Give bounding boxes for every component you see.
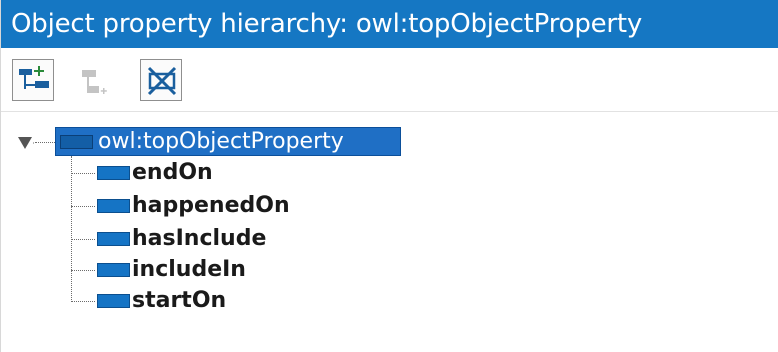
object-property-hierarchy-panel: Object property hierarchy: owl:topObject… bbox=[0, 0, 778, 352]
panel-title: Object property hierarchy: owl:topObject… bbox=[1, 0, 778, 48]
delete-property-button[interactable] bbox=[140, 59, 182, 101]
tree-connector bbox=[71, 206, 95, 207]
tree-connector bbox=[71, 173, 95, 174]
add-sibling-property-icon bbox=[82, 70, 107, 94]
object-property-icon bbox=[97, 232, 130, 246]
tree-node-hasInclude[interactable]: hasInclude bbox=[71, 224, 371, 254]
object-property-icon bbox=[97, 199, 130, 213]
object-property-icon bbox=[97, 166, 130, 180]
tree-node-label: owl:topObjectProperty bbox=[98, 129, 344, 154]
add-subproperty-button[interactable] bbox=[12, 59, 54, 101]
tree-connector bbox=[71, 301, 95, 302]
property-tree: owl:topObjectProperty endOn happenedOn h… bbox=[1, 112, 778, 352]
object-property-icon bbox=[97, 263, 130, 277]
tree-node-endOn[interactable]: endOn bbox=[71, 158, 371, 188]
tree-connector bbox=[35, 142, 55, 143]
add-sibling-property-button[interactable] bbox=[75, 59, 117, 101]
tree-connector bbox=[71, 239, 95, 240]
tree-node-label: startOn bbox=[132, 288, 227, 313]
delete-property-icon bbox=[147, 66, 177, 96]
tree-node-label: hasInclude bbox=[132, 226, 267, 251]
tree-connector bbox=[71, 270, 95, 271]
tree-node-startOn[interactable]: startOn bbox=[71, 286, 371, 316]
tree-node-label: happenedOn bbox=[132, 193, 290, 218]
tree-node-includeIn[interactable]: includeIn bbox=[71, 255, 371, 285]
object-property-icon bbox=[97, 294, 130, 308]
tree-node-label: endOn bbox=[132, 160, 213, 185]
tree-node-label: includeIn bbox=[132, 257, 246, 282]
tree-node-happenedOn[interactable]: happenedOn bbox=[71, 191, 371, 221]
object-property-icon bbox=[60, 135, 93, 149]
tree-node-root[interactable]: owl:topObjectProperty bbox=[55, 127, 401, 156]
toolbar bbox=[1, 48, 778, 112]
add-subproperty-icon bbox=[19, 66, 49, 89]
expand-toggle-icon[interactable] bbox=[17, 136, 35, 150]
